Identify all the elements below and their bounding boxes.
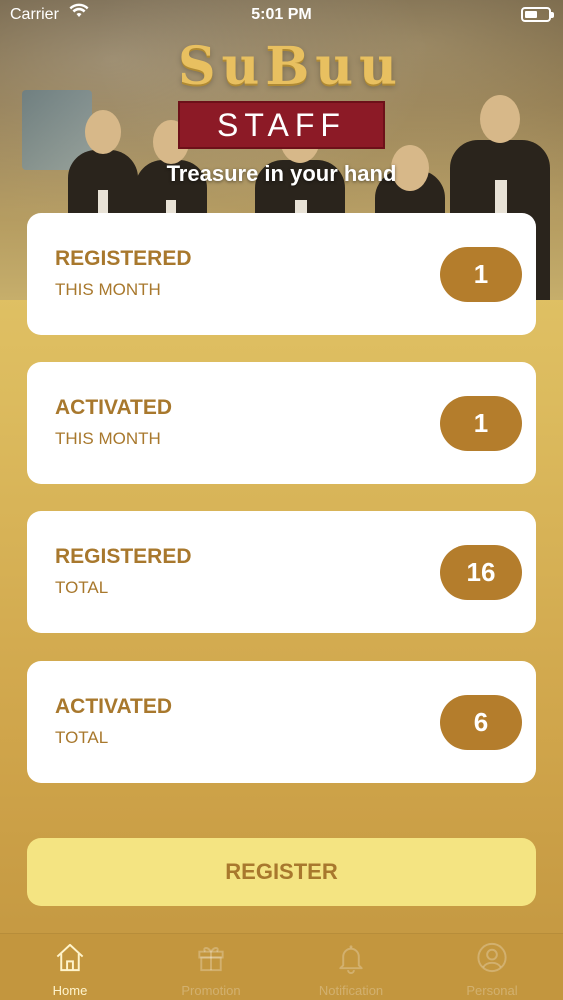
tab-home[interactable]: Home xyxy=(20,940,120,998)
register-button[interactable]: REGISTER xyxy=(27,838,536,906)
tab-home-label: Home xyxy=(52,983,88,998)
tab-promotion-label: Promotion xyxy=(181,983,241,998)
stat-period: THIS MONTH xyxy=(55,429,161,448)
stat-title: ACTIVATED xyxy=(55,695,173,718)
home-icon xyxy=(56,943,84,972)
stat-card-activated-month: ACTIVATED THIS MONTH 1 xyxy=(27,362,536,484)
stat-card-activated-total: ACTIVATED TOTAL 6 xyxy=(27,661,536,783)
tab-bar: Home Promotion Notification Personal xyxy=(0,933,563,1000)
stat-count-badge: 1 xyxy=(440,247,522,302)
tab-promotion[interactable]: Promotion xyxy=(161,940,261,998)
stat-title: ACTIVATED xyxy=(55,396,173,419)
battery-icon xyxy=(521,7,554,22)
tagline: Treasure in your hand xyxy=(166,161,397,186)
gift-icon xyxy=(198,947,224,972)
stat-period: TOTAL xyxy=(55,578,109,597)
stat-title: REGISTERED xyxy=(55,545,192,568)
tab-notification-label: Notification xyxy=(318,983,384,998)
stat-period: TOTAL xyxy=(55,728,109,747)
subuu-logo: SuBuu xyxy=(178,36,403,97)
tab-personal-label: Personal xyxy=(466,983,518,998)
profile-icon xyxy=(477,942,507,973)
tab-personal[interactable]: Personal xyxy=(442,940,542,998)
clock: 5:01 PM xyxy=(251,6,312,23)
stat-period: THIS MONTH xyxy=(55,280,161,299)
bell-icon xyxy=(339,945,363,974)
stat-count-badge: 6 xyxy=(440,695,522,750)
status-bar: Carrier 5:01 PM xyxy=(0,0,563,30)
tab-notification[interactable]: Notification xyxy=(301,940,401,998)
staff-badge-text: STAFF xyxy=(217,106,346,143)
stat-count-badge: 16 xyxy=(440,545,522,600)
stat-card-registered-total: REGISTERED TOTAL 16 xyxy=(27,511,536,633)
stat-card-registered-month: REGISTERED THIS MONTH 1 xyxy=(27,213,536,335)
stat-title: REGISTERED xyxy=(55,247,192,270)
stat-count-badge: 1 xyxy=(440,396,522,451)
staff-badge: STAFF xyxy=(178,101,385,149)
